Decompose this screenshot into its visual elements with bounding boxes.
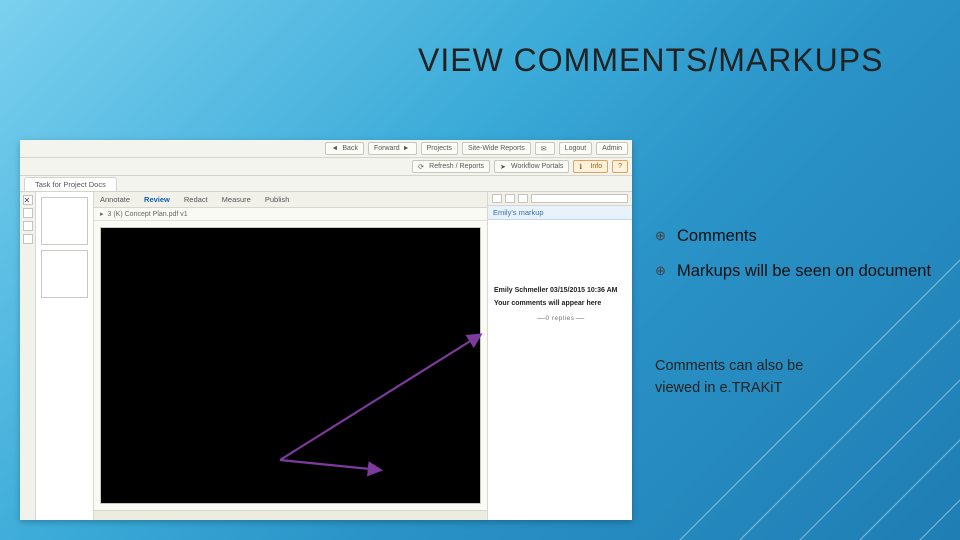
menu-item-publish[interactable]: Publish: [265, 195, 290, 204]
menu-item-review[interactable]: Review: [144, 195, 170, 204]
bullet-list: ⊕ Comments ⊕ Markups will be seen on doc…: [655, 226, 945, 295]
nav-label: Workflow Portals: [511, 163, 563, 170]
comment-message: Your comments will appear here: [494, 299, 626, 308]
comment-body: Emily Schmeller 03/15/2015 10:36 AM Your…: [488, 220, 632, 520]
sitewide-reports-button[interactable]: Site-Wide Reports: [462, 142, 531, 155]
refresh-icon: ⟳: [418, 163, 426, 171]
nav-label: Site-Wide Reports: [468, 145, 525, 152]
app-topnav-secondary: ⟳ Refresh / Reports ➤ Workflow Portals ℹ…: [20, 158, 632, 176]
nav-label: Admin: [602, 145, 622, 152]
horizontal-scrollbar[interactable]: [94, 510, 487, 520]
arrow-left-icon: ◄: [331, 145, 339, 153]
bullet-icon: ⊕: [655, 261, 677, 282]
document-tab[interactable]: Task for Project Docs: [24, 177, 117, 191]
document-viewer: Annotate Review Redact Measure Publish ▸…: [94, 192, 487, 520]
comment-meta: Emily Schmeller 03/15/2015 10:36 AM: [494, 286, 626, 295]
comments-toolbar: [488, 192, 632, 206]
thumbnail-panel: [36, 192, 94, 520]
page-thumbnail[interactable]: [41, 197, 88, 245]
app-topnav-primary: ◄ Back Forward ► Projects Site-Wide Repo…: [20, 140, 632, 158]
doc-title-text: 3 (K) Concept Plan.pdf v1: [108, 211, 188, 218]
bullet-item: ⊕ Markups will be seen on document: [655, 261, 945, 282]
comment-tool-button[interactable]: [492, 194, 502, 203]
tool-cursor-icon[interactable]: [23, 208, 33, 218]
arrow-right-icon: ►: [403, 145, 411, 153]
bell-icon: ✉: [541, 145, 549, 153]
footnote-line: viewed in e.TRAKiT: [655, 377, 945, 399]
logout-button[interactable]: Logout: [559, 142, 592, 155]
menu-item-annotate[interactable]: Annotate: [100, 195, 130, 204]
tool-draw-icon[interactable]: [23, 234, 33, 244]
help-button[interactable]: ?: [612, 160, 628, 173]
info-icon: ℹ: [579, 163, 587, 171]
tab-label: Task for Project Docs: [35, 180, 106, 189]
menu-item-redact[interactable]: Redact: [184, 195, 208, 204]
nav-label: Back: [342, 145, 358, 152]
page-thumbnail[interactable]: [41, 250, 88, 298]
nav-label: ?: [618, 163, 622, 170]
bullet-text: Markups will be seen on document: [677, 261, 931, 282]
tool-close-icon[interactable]: ✕: [23, 195, 33, 205]
forward-button[interactable]: Forward ►: [368, 142, 417, 155]
bullet-item: ⊕ Comments: [655, 226, 945, 247]
nav-label: Projects: [427, 145, 452, 152]
comments-panel: Emily's markup Emily Schmeller 03/15/201…: [487, 192, 632, 520]
bullet-icon: ⊕: [655, 226, 677, 247]
viewer-menu: Annotate Review Redact Measure Publish: [94, 192, 487, 208]
admin-button[interactable]: Admin: [596, 142, 628, 155]
info-button[interactable]: ℹ Info: [573, 160, 608, 173]
comment-search-input[interactable]: [531, 194, 628, 203]
document-tabbar: Task for Project Docs: [20, 176, 632, 192]
notifications-button[interactable]: ✉: [535, 142, 555, 155]
tool-rect-icon[interactable]: [23, 221, 33, 231]
app-screenshot: ◄ Back Forward ► Projects Site-Wide Repo…: [20, 140, 632, 520]
back-button[interactable]: ◄ Back: [325, 142, 364, 155]
workflow-portals-button[interactable]: ➤ Workflow Portals: [494, 160, 569, 173]
footnote-line: Comments can also be: [655, 355, 945, 377]
footnote: Comments can also be viewed in e.TRAKiT: [655, 355, 945, 400]
flow-icon: ➤: [500, 163, 508, 171]
nav-label: Logout: [565, 145, 586, 152]
nav-label: Forward: [374, 145, 400, 152]
comment-tool-button[interactable]: [518, 194, 528, 203]
slide-title: VIEW COMMENTS/MARKUPS: [418, 42, 942, 79]
refresh-reports-button[interactable]: ⟳ Refresh / Reports: [412, 160, 490, 173]
menu-item-measure[interactable]: Measure: [222, 195, 251, 204]
document-canvas[interactable]: [100, 227, 481, 504]
projects-button[interactable]: Projects: [421, 142, 458, 155]
nav-label: Refresh / Reports: [429, 163, 484, 170]
comment-author-tab[interactable]: Emily's markup: [488, 206, 632, 220]
comment-tool-button[interactable]: [505, 194, 515, 203]
comment-author-label: Emily's markup: [493, 208, 544, 217]
nav-label: Info: [590, 163, 602, 170]
bullet-text: Comments: [677, 226, 757, 247]
comment-replies-count: 0 replies: [494, 315, 626, 324]
vertical-toolbar: ✕: [20, 192, 36, 520]
viewer-doc-title: ▸ 3 (K) Concept Plan.pdf v1: [94, 208, 487, 221]
